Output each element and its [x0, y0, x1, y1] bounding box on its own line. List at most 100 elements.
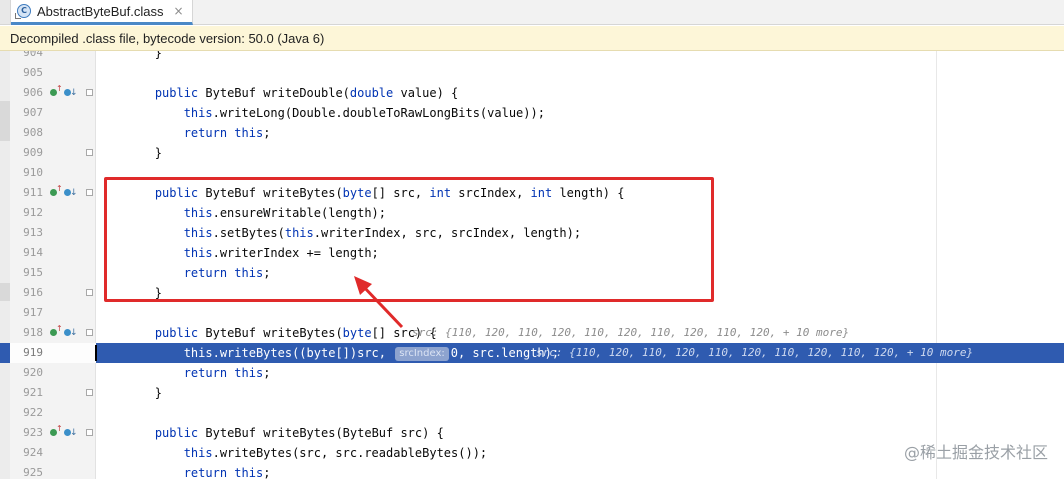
- override-implement-icons[interactable]: ↑ ↓: [50, 325, 80, 339]
- code-text[interactable]: this.writeBytes(src, src.readableBytes()…: [97, 443, 487, 463]
- override-implement-icons[interactable]: ↑ ↓: [50, 425, 80, 439]
- code-token: ;: [263, 366, 271, 380]
- code-line[interactable]: 907 this.writeLong(Double.doubleToRawLon…: [0, 103, 1064, 123]
- code-text[interactable]: [97, 63, 126, 83]
- code-line[interactable]: 921 }: [0, 383, 1064, 403]
- line-number[interactable]: 906: [10, 83, 43, 103]
- line-number[interactable]: 917: [10, 303, 43, 323]
- code-text[interactable]: [97, 303, 126, 323]
- line-number[interactable]: 904: [10, 51, 43, 63]
- code-text[interactable]: return this;: [97, 123, 271, 143]
- line-number[interactable]: 912: [10, 203, 43, 223]
- line-number[interactable]: 916: [10, 283, 43, 303]
- code-line[interactable]: 908 return this;: [0, 123, 1064, 143]
- line-number[interactable]: 905: [10, 63, 43, 83]
- code-text[interactable]: }: [97, 143, 162, 163]
- line-number[interactable]: 919: [10, 343, 43, 363]
- current-code-line[interactable]: 919 this.writeBytes((byte[])src, srcInde…: [0, 343, 1064, 363]
- arrow-up-icon: ↑: [56, 184, 63, 193]
- line-number[interactable]: 911: [10, 183, 43, 203]
- code-text[interactable]: }: [97, 51, 162, 63]
- fold-toggle-icon[interactable]: [86, 329, 93, 336]
- fold-toggle-icon[interactable]: [86, 429, 93, 436]
- tab-abstractbytebuf-class[interactable]: C AbstractByteBuf.class ×: [11, 0, 193, 25]
- code-line[interactable]: 918 ↑ ↓ public ByteBuf writeBytes(byte[] s…: [0, 323, 1064, 343]
- line-number[interactable]: 922: [10, 403, 43, 423]
- code-text[interactable]: this.writeLong(Double.doubleToRawLongBit…: [97, 103, 545, 123]
- arrow-down-icon: ↓: [70, 188, 78, 198]
- tab-label: AbstractByteBuf.class: [37, 3, 164, 19]
- code-line[interactable]: 922: [0, 403, 1064, 423]
- code-token: ;: [263, 126, 271, 140]
- keyword-token: byte: [306, 346, 336, 360]
- arrow-up-icon: ↑: [56, 84, 63, 93]
- code-line[interactable]: 906 ↑ ↓ public ByteBuf writeDouble(double …: [0, 83, 1064, 103]
- override-implement-icons[interactable]: ↑ ↓: [50, 84, 80, 99]
- close-icon[interactable]: ×: [173, 4, 183, 18]
- editor-tab-bar: C AbstractByteBuf.class ×: [0, 0, 1064, 25]
- code-line[interactable]: 920 return this;: [0, 363, 1064, 383]
- arrow-down-icon: ↓: [70, 428, 78, 438]
- tab-bar-left-strip: [0, 0, 11, 24]
- line-number[interactable]: 910: [10, 163, 43, 183]
- keyword-token: this: [234, 466, 264, 479]
- code-line[interactable]: 909 }: [0, 143, 1064, 163]
- override-implement-icons[interactable]: ↑ ↓: [50, 184, 80, 199]
- line-number[interactable]: 921: [10, 383, 43, 403]
- fold-toggle-icon[interactable]: [86, 289, 93, 296]
- code-line[interactable]: 904 }: [0, 51, 1064, 63]
- keyword-token: this: [183, 446, 213, 460]
- code-text[interactable]: this.writeBytes((byte[])src, srcIndex: 0,…: [97, 343, 559, 363]
- line-number[interactable]: 915: [10, 263, 43, 283]
- code-text[interactable]: public ByteBuf writeBytes(ByteBuf src) {: [97, 423, 444, 443]
- line-number[interactable]: 909: [10, 143, 43, 163]
- code-text[interactable]: return this;: [97, 463, 271, 479]
- pointer-arrow: [354, 276, 404, 329]
- keyword-token: public: [154, 426, 199, 440]
- line-number[interactable]: 913: [10, 223, 43, 243]
- code-text[interactable]: public ByteBuf writeDouble(double value)…: [97, 83, 458, 103]
- line-number[interactable]: 907: [10, 103, 43, 123]
- line-number[interactable]: 920: [10, 363, 43, 383]
- class-file-icon: C: [15, 4, 31, 19]
- code-editor[interactable]: 904 } 905 906 ↑ ↓ public ByteBuf writeDoubl…: [0, 51, 1064, 479]
- debugger-inline-value: src: {110, 120, 110, 120, 110, 120, 110,…: [536, 346, 974, 359]
- line-number[interactable]: 918: [10, 323, 43, 343]
- line-number[interactable]: 908: [10, 123, 43, 143]
- code-line[interactable]: 925 return this;: [0, 463, 1064, 479]
- keyword-token: this: [183, 346, 213, 360]
- line-number[interactable]: 924: [10, 443, 43, 463]
- code-line[interactable]: 917: [0, 303, 1064, 323]
- keyword-token: double: [349, 86, 394, 100]
- fold-toggle-icon[interactable]: [86, 89, 93, 96]
- line-number[interactable]: 923: [10, 423, 43, 443]
- code-token: ByteBuf writeDouble(: [198, 86, 350, 100]
- code-text[interactable]: }: [97, 383, 162, 403]
- fold-toggle-icon[interactable]: [86, 189, 93, 196]
- code-text[interactable]: return this;: [97, 363, 271, 383]
- arrow-down-icon: ↓: [70, 88, 78, 98]
- code-token: .writeBytes(src, src.readableBytes());: [212, 446, 488, 460]
- code-text[interactable]: [97, 403, 126, 423]
- code-token: [])src,: [335, 346, 394, 360]
- decompiled-notice-banner: Decompiled .class file, bytecode version…: [0, 26, 1064, 51]
- watermark: @稀土掘金技术社区: [903, 443, 1048, 462]
- keyword-token: this: [234, 366, 264, 380]
- fold-toggle-icon[interactable]: [86, 149, 93, 156]
- fold-toggle-icon[interactable]: [86, 389, 93, 396]
- line-number[interactable]: 914: [10, 243, 43, 263]
- code-line[interactable]: 905: [0, 63, 1064, 83]
- line-number[interactable]: 925: [10, 463, 43, 479]
- code-token: value) {: [393, 86, 459, 100]
